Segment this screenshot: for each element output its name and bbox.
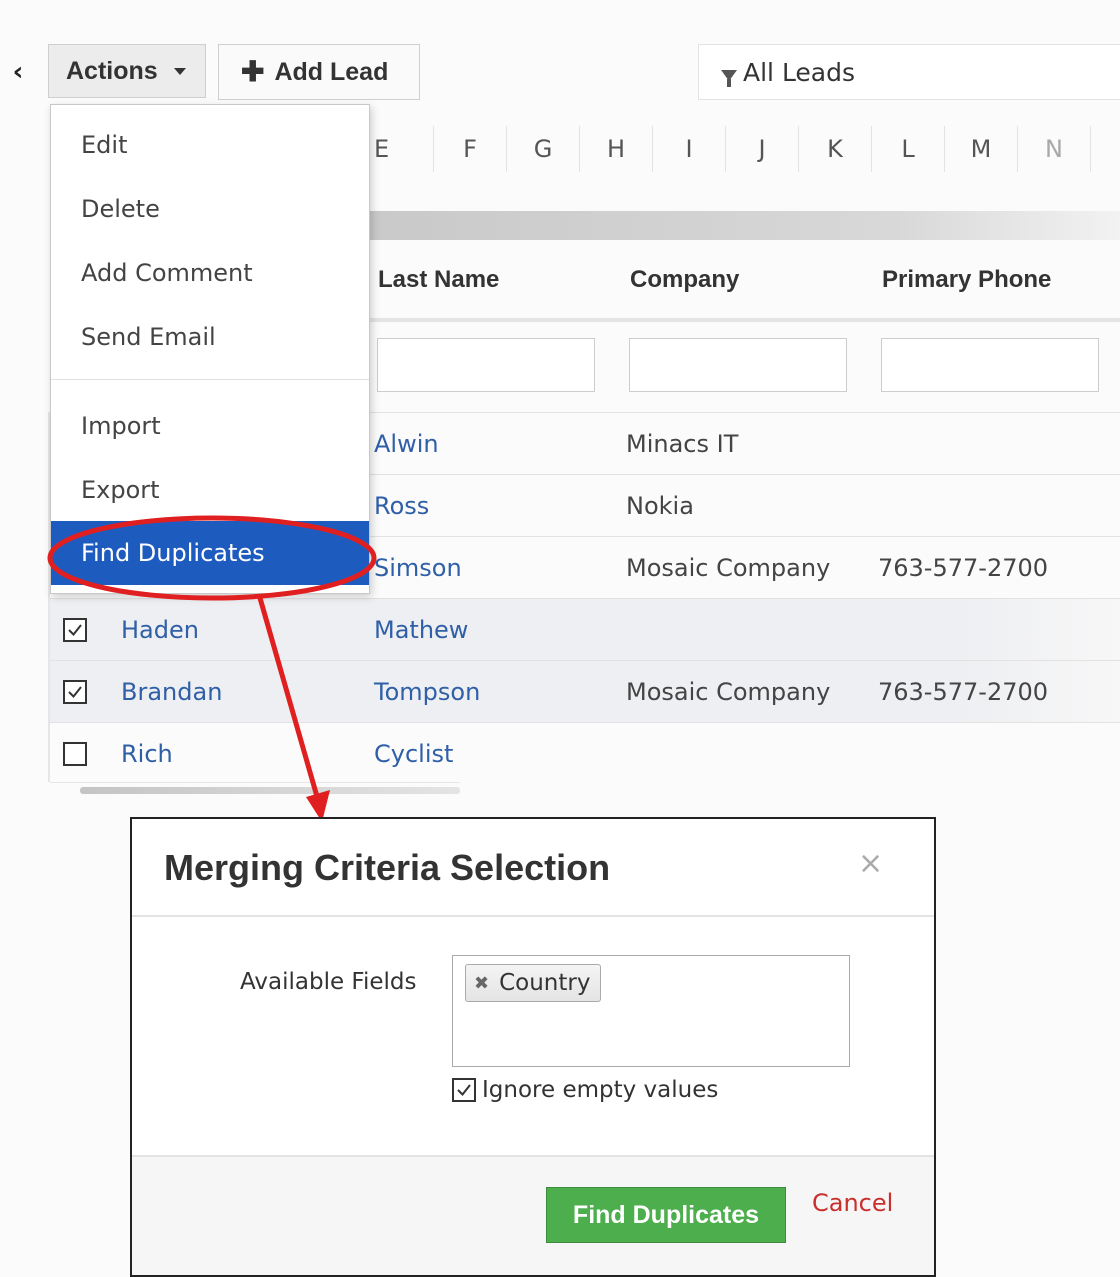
dialog-footer: Find Duplicates Cancel (132, 1155, 934, 1275)
merging-criteria-dialog: Merging Criteria Selection × Available F… (130, 817, 936, 1277)
field-chip: ✖ Country (465, 964, 602, 1002)
alpha-letter[interactable]: C (1090, 126, 1120, 172)
chevron-left-icon: ‹ (12, 57, 24, 87)
actions-button[interactable]: Actions (48, 44, 206, 98)
menu-item-send-email[interactable]: Send Email (51, 305, 369, 369)
menu-item-edit[interactable]: Edit (51, 113, 369, 177)
funnel-icon (721, 69, 737, 87)
alpha-letter[interactable]: E (360, 126, 433, 172)
available-fields-label: Available Fields (240, 969, 417, 995)
last-name-link[interactable]: Alwin (374, 413, 439, 475)
table-bottom-border (50, 782, 460, 783)
last-name-link[interactable]: Tompson (374, 661, 480, 723)
add-lead-button[interactable]: ✚ Add Lead (218, 44, 420, 100)
cancel-link[interactable]: Cancel (812, 1189, 893, 1217)
company-cell: Nokia (626, 492, 694, 520)
alpha-letter[interactable]: N (1017, 126, 1090, 172)
dialog-divider (132, 915, 934, 917)
alpha-letter[interactable]: G (506, 126, 579, 172)
table-title-bar (370, 211, 1120, 240)
menu-item-import[interactable]: Import (51, 394, 369, 458)
menu-item-find-duplicates[interactable]: Find Duplicates (51, 521, 369, 585)
first-name-link[interactable]: Haden (121, 599, 199, 661)
menu-divider (51, 379, 369, 380)
header-company[interactable]: Company (630, 266, 739, 294)
first-name-link[interactable]: Rich (121, 723, 173, 785)
menu-item-add-comment[interactable]: Add Comment (51, 241, 369, 305)
company-filter-input[interactable] (629, 338, 847, 392)
available-fields-input[interactable]: ✖ Country (452, 955, 850, 1067)
menu-item-delete[interactable]: Delete (51, 177, 369, 241)
table-row[interactable]: Haden Mathew (50, 598, 1120, 660)
add-lead-label: Add Lead (274, 57, 389, 86)
ignore-empty-row: Ignore empty values (452, 1077, 718, 1103)
close-icon[interactable]: × (858, 849, 883, 879)
company-cell: Mosaic Company (626, 678, 831, 706)
phone-cell: 763-577-2700 (878, 678, 1049, 706)
alpha-letter[interactable]: F (433, 126, 506, 172)
phone-filter-input[interactable] (881, 338, 1099, 392)
find-duplicates-button[interactable]: Find Duplicates (546, 1187, 786, 1243)
row-checkbox[interactable] (63, 618, 87, 642)
alpha-letter[interactable]: H (579, 126, 652, 172)
actions-label: Actions (66, 56, 158, 85)
plus-icon: ✚ (241, 56, 265, 87)
row-checkbox[interactable] (63, 680, 87, 704)
first-name-link[interactable]: Brandan (121, 661, 222, 723)
header-last-name[interactable]: Last Name (378, 266, 499, 294)
back-button[interactable]: ‹ (2, 44, 34, 100)
chip-label: Country (499, 970, 591, 996)
alphabet-filter: E F G H I J K L M N C (360, 126, 1120, 172)
last-name-link[interactable]: Simson (374, 537, 462, 599)
alpha-letter[interactable]: J (725, 126, 798, 172)
table-row[interactable]: Rich Cyclist (50, 722, 1120, 784)
header-primary-phone[interactable]: Primary Phone (882, 266, 1051, 294)
row-checkbox[interactable] (63, 742, 87, 766)
company-cell: Mosaic Company (626, 554, 831, 582)
dialog-title: Merging Criteria Selection (164, 847, 611, 888)
view-filter-label: All Leads (743, 57, 856, 87)
alpha-letter[interactable]: M (944, 126, 1017, 172)
ignore-empty-checkbox[interactable] (452, 1078, 476, 1102)
last-name-link[interactable]: Cyclist (374, 723, 453, 785)
phone-cell: 763-577-2700 (878, 554, 1049, 582)
caret-down-icon (173, 67, 186, 75)
alpha-letter[interactable]: K (798, 126, 871, 172)
table-row[interactable]: Brandan Tompson Mosaic Company 763-577-2… (50, 660, 1120, 722)
ignore-empty-label: Ignore empty values (482, 1077, 719, 1103)
company-cell: Minacs IT (626, 430, 739, 458)
alpha-letter[interactable]: I (652, 126, 725, 172)
horizontal-scrollbar[interactable] (80, 787, 460, 794)
last-name-link[interactable]: Ross (374, 475, 429, 537)
menu-item-export[interactable]: Export (51, 458, 369, 522)
last-name-link[interactable]: Mathew (374, 599, 468, 661)
remove-chip-icon[interactable]: ✖ (474, 973, 489, 994)
view-filter-select[interactable]: All Leads (698, 44, 1120, 100)
alpha-letter[interactable]: L (871, 126, 944, 172)
last-name-filter-input[interactable] (377, 338, 595, 392)
actions-menu: Edit Delete Add Comment Send Email Impor… (50, 104, 370, 594)
